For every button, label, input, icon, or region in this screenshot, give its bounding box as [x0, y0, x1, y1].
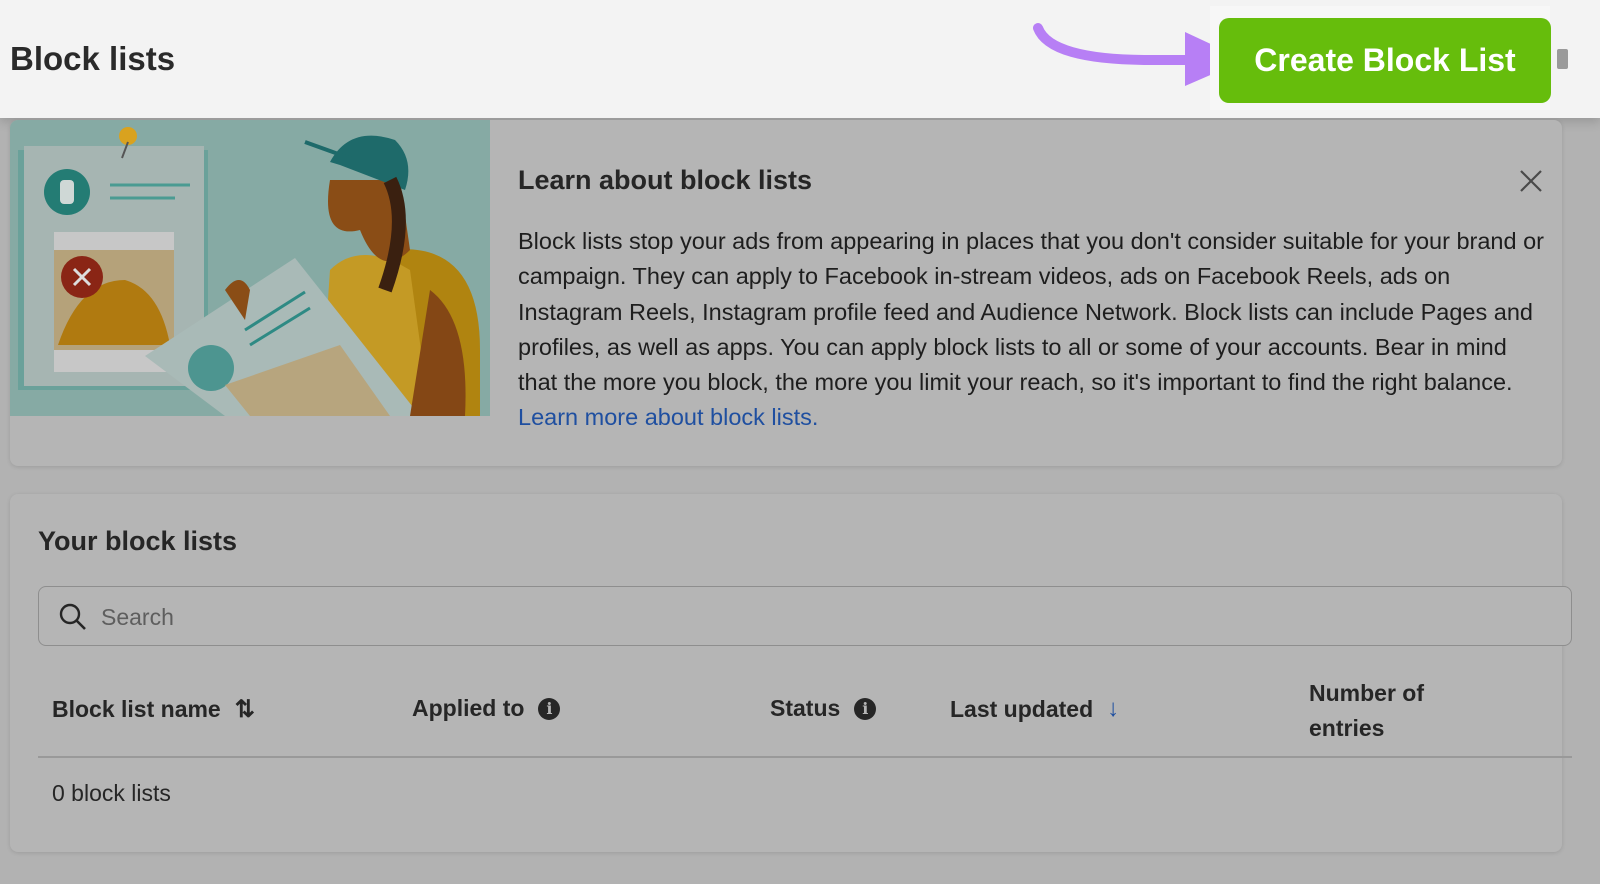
table-header: Block list name ⇅ Applied to i Status i … — [38, 660, 1572, 758]
column-last-updated[interactable]: Last updated ↓ — [950, 695, 1119, 723]
search-icon — [59, 603, 86, 630]
block-lists-illustration — [10, 120, 490, 416]
overflow-button[interactable] — [1557, 49, 1568, 69]
column-block-list-name[interactable]: Block list name ⇅ — [52, 695, 255, 724]
column-number-of-entries: Number of entries — [1309, 680, 1424, 741]
search-field[interactable] — [38, 586, 1572, 646]
info-icon[interactable]: i — [538, 697, 561, 720]
page-header: Block lists Create Block List — [0, 0, 1600, 118]
sort-descending-icon[interactable]: ↓ — [1107, 695, 1119, 723]
info-icon[interactable]: i — [854, 697, 877, 720]
column-status: Status i — [770, 695, 877, 722]
learn-about-block-lists-card: Learn about block lists Block lists stop… — [10, 120, 1562, 466]
column-applied-to: Applied to i — [412, 695, 561, 722]
your-block-lists-card: Your block lists Block list name ⇅ Appli… — [10, 494, 1572, 852]
search-input[interactable] — [99, 597, 1503, 637]
learn-description: Block lists stop your ads from appearing… — [518, 224, 1548, 436]
page-title: Block lists — [10, 40, 176, 77]
empty-state-text: 0 block lists — [52, 780, 171, 806]
learn-more-link[interactable]: Learn more about block lists. — [518, 404, 818, 430]
create-block-list-button[interactable]: Create Block List — [1219, 18, 1551, 103]
section-title: Your block lists — [38, 526, 238, 556]
close-icon[interactable] — [1516, 166, 1546, 196]
learn-body-text: Block lists stop your ads from appearing… — [518, 228, 1544, 396]
sort-icon[interactable]: ⇅ — [235, 695, 255, 724]
learn-title: Learn about block lists — [518, 165, 813, 195]
annotation-arrow-icon — [1033, 23, 1240, 86]
